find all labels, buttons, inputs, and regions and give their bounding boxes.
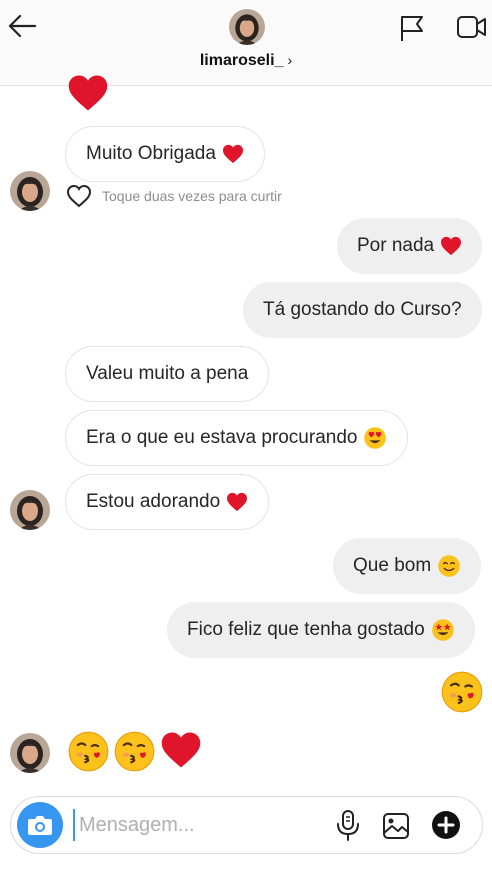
message-text: Era o que eu estava procurando xyxy=(86,427,358,448)
kissing-face-emoji xyxy=(113,730,156,773)
kissing-face-emoji-message[interactable] xyxy=(440,670,484,714)
red-heart-emoji xyxy=(222,144,244,164)
incoming-message-bubble[interactable]: Era o que eu estava procurando xyxy=(65,410,409,466)
outgoing-message-bubble[interactable]: Que bom xyxy=(333,538,482,594)
contact-avatar[interactable] xyxy=(10,171,50,211)
contact-avatar[interactable] xyxy=(229,9,265,45)
red-heart-emoji xyxy=(440,236,462,256)
contact-name-link[interactable]: limaroseli_ › xyxy=(0,52,492,70)
message-input[interactable] xyxy=(73,809,323,841)
message-text: Tá gostando do Curso? xyxy=(263,299,462,320)
kissing-face-emoji xyxy=(67,730,110,773)
incoming-message-bubble[interactable]: Muito Obrigada xyxy=(65,126,265,182)
back-arrow-icon[interactable] xyxy=(4,8,40,44)
message-text: Estou adorando xyxy=(86,491,221,512)
contact-username: limaroseli_ xyxy=(199,52,284,69)
contact-avatar[interactable] xyxy=(10,733,50,773)
message-text: Por nada xyxy=(357,235,435,256)
message-text: Fico feliz que tenha gostado xyxy=(187,619,425,640)
heart-emoji-message xyxy=(67,72,109,114)
red-heart-emoji xyxy=(226,492,248,512)
red-heart-emoji xyxy=(160,730,202,770)
incoming-message-bubble[interactable]: Estou adorando xyxy=(65,474,270,530)
plus-icon[interactable] xyxy=(431,810,461,840)
smiling-face-emoji xyxy=(438,555,460,577)
outgoing-message-bubble[interactable]: Tá gostando do Curso? xyxy=(243,282,482,338)
outgoing-message-bubble[interactable]: Por nada xyxy=(337,218,483,274)
gallery-icon[interactable] xyxy=(381,811,411,841)
message-text: Muito Obrigada xyxy=(86,143,216,164)
camera-icon xyxy=(28,816,52,835)
flag-icon[interactable] xyxy=(398,14,426,42)
message-text: Que bom xyxy=(353,555,432,576)
outgoing-message-bubble[interactable]: Fico feliz que tenha gostado xyxy=(167,602,475,658)
video-camera-icon[interactable] xyxy=(456,12,488,42)
incoming-message-bubble[interactable]: Valeu muito a pena xyxy=(65,346,270,402)
chevron-right-icon: › xyxy=(287,52,293,68)
contact-avatar[interactable] xyxy=(10,490,50,530)
incoming-emoji-message[interactable] xyxy=(67,728,207,774)
star-struck-emoji xyxy=(431,619,454,641)
camera-button[interactable] xyxy=(17,802,63,848)
heart-outline-icon[interactable] xyxy=(66,184,92,208)
heart-eyes-emoji xyxy=(364,427,387,449)
double-tap-like-hint: Toque duas vezes para curtir xyxy=(66,184,282,208)
microphone-icon[interactable] xyxy=(333,809,363,841)
message-composer xyxy=(10,796,483,854)
like-hint-text: Toque duas vezes para curtir xyxy=(102,188,282,204)
message-text: Valeu muito a pena xyxy=(86,363,249,384)
